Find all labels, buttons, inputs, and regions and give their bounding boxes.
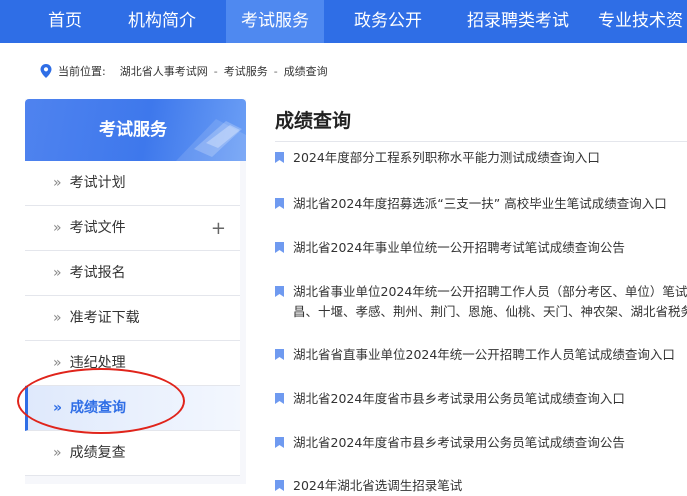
- sidebar-header: 考试服务: [25, 99, 246, 161]
- sidebar-title: 考试服务: [99, 120, 167, 140]
- nav-item-recruitment-exams[interactable]: 招录聘类考试: [452, 0, 584, 43]
- page-title: 成绩查询: [275, 110, 352, 132]
- article-title-continued: 昌、十堰、孝感、荆州、荆门、恩施、仙桃、天门、神农架、湖北省税务: [293, 304, 687, 319]
- sidebar-item-violation-handling[interactable]: » 违纪处理: [25, 341, 240, 386]
- sidebar-item-exam-plan[interactable]: » 考试计划: [25, 161, 240, 206]
- sidebar-item-label: 成绩复查: [69, 445, 126, 461]
- expand-plus-icon[interactable]: +: [211, 206, 226, 251]
- nav-item-about[interactable]: 机构简介: [112, 0, 212, 43]
- chevron-right-icon: »: [53, 445, 62, 461]
- bookmark-flag-icon: [275, 393, 284, 404]
- bookmark-flag-icon: [275, 242, 284, 253]
- bookmark-flag-icon: [275, 198, 284, 209]
- chevron-right-icon: »: [53, 220, 62, 236]
- sidebar-item-label: 成绩查询: [70, 400, 127, 416]
- bookmark-flag-icon: [275, 480, 284, 491]
- nav-item-professional-qualifications[interactable]: 专业技术资: [598, 0, 687, 43]
- breadcrumb-separator: -: [213, 65, 218, 78]
- chevron-right-icon: »: [53, 400, 63, 416]
- article-link[interactable]: 湖北省事业单位2024年统一公开招聘工作人员（部分考区、单位）笔试成 昌、十堰、…: [275, 282, 687, 322]
- article-link[interactable]: 2024年度部分工程系列职称水平能力测试成绩查询入口: [275, 148, 600, 168]
- nav-item-exam-services[interactable]: 考试服务: [226, 0, 324, 43]
- article-link[interactable]: 湖北省2024年事业单位统一公开招聘考试笔试成绩查询公告: [275, 238, 625, 258]
- sidebar-item-label: 违纪处理: [69, 355, 126, 371]
- breadcrumb-link-exam-services[interactable]: 考试服务: [224, 65, 268, 78]
- breadcrumb: 当前位置: 湖北省人事考试网 - 考试服务 - 成绩查询: [40, 64, 328, 80]
- top-navigation: 首页 机构简介 考试服务 政务公开 招录聘类考试 专业技术资: [0, 0, 687, 43]
- decorative-illustration-icon: [176, 119, 246, 161]
- sidebar-item-admission-ticket[interactable]: » 准考证下载: [25, 296, 240, 341]
- breadcrumb-link-home[interactable]: 湖北省人事考试网: [120, 65, 208, 78]
- article-title: 湖北省2024年度招募选派“三支一扶” 高校毕业生笔试成绩查询入口: [293, 196, 667, 211]
- location-pin-icon: [40, 64, 52, 78]
- chevron-right-icon: »: [53, 175, 62, 191]
- chevron-right-icon: »: [53, 310, 62, 326]
- sidebar-item-exam-documents[interactable]: » 考试文件 +: [25, 206, 240, 251]
- article-link[interactable]: 2024年湖北省选调生招录笔试: [275, 476, 462, 496]
- sidebar-item-score-inquiry[interactable]: » 成绩查询: [25, 386, 240, 431]
- sidebar-item-label: 考试文件: [69, 220, 126, 236]
- sidebar-item-label: 考试报名: [69, 265, 126, 281]
- breadcrumb-current: 成绩查询: [283, 65, 328, 78]
- article-title: 湖北省2024年度省市县乡考试录用公务员笔试成绩查询入口: [293, 391, 625, 406]
- main-content: 成绩查询 2024年度部分工程系列职称水平能力测试成绩查询入口 湖北省2024年…: [275, 99, 687, 493]
- bookmark-flag-icon: [275, 152, 284, 163]
- breadcrumb-separator: -: [273, 65, 278, 78]
- sidebar-item-score-review[interactable]: » 成绩复查: [25, 431, 240, 476]
- article-title: 湖北省省直事业单位2024年统一公开招聘工作人员笔试成绩查询入口: [293, 347, 675, 362]
- sidebar-item-label: 准考证下载: [69, 310, 140, 326]
- article-link[interactable]: 湖北省2024年度招募选派“三支一扶” 高校毕业生笔试成绩查询入口: [275, 194, 667, 214]
- article-title: 湖北省2024年事业单位统一公开招聘考试笔试成绩查询公告: [293, 240, 625, 255]
- article-title: 2024年湖北省选调生招录笔试: [293, 478, 463, 493]
- article-link[interactable]: 湖北省2024年度省市县乡考试录用公务员笔试成绩查询入口: [275, 389, 625, 409]
- title-divider: [275, 141, 687, 142]
- breadcrumb-prefix: 当前位置:: [58, 65, 106, 78]
- bookmark-flag-icon: [275, 437, 284, 448]
- article-title: 2024年度部分工程系列职称水平能力测试成绩查询入口: [293, 150, 600, 165]
- article-title: 湖北省事业单位2024年统一公开招聘工作人员（部分考区、单位）笔试成: [293, 284, 687, 299]
- sidebar: 考试服务 » 考试计划 » 考试文件 + » 考试报名 » 准考证下载 » 违纪处理 » 成绩…: [25, 99, 246, 484]
- bookmark-flag-icon: [275, 349, 284, 360]
- chevron-right-icon: »: [53, 355, 62, 371]
- sidebar-item-label: 考试计划: [69, 175, 126, 191]
- sidebar-item-exam-registration[interactable]: » 考试报名: [25, 251, 240, 296]
- article-link[interactable]: 湖北省省直事业单位2024年统一公开招聘工作人员笔试成绩查询入口: [275, 345, 675, 365]
- nav-item-home[interactable]: 首页: [28, 0, 102, 43]
- chevron-right-icon: »: [53, 265, 62, 281]
- nav-item-government-affairs[interactable]: 政务公开: [338, 0, 438, 43]
- sidebar-menu: » 考试计划 » 考试文件 + » 考试报名 » 准考证下载 » 违纪处理 » 成绩查询 » 成…: [25, 161, 246, 476]
- article-link[interactable]: 湖北省2024年度省市县乡考试录用公务员笔试成绩查询公告: [275, 433, 625, 453]
- article-title: 湖北省2024年度省市县乡考试录用公务员笔试成绩查询公告: [293, 435, 625, 450]
- bookmark-flag-icon: [275, 286, 284, 297]
